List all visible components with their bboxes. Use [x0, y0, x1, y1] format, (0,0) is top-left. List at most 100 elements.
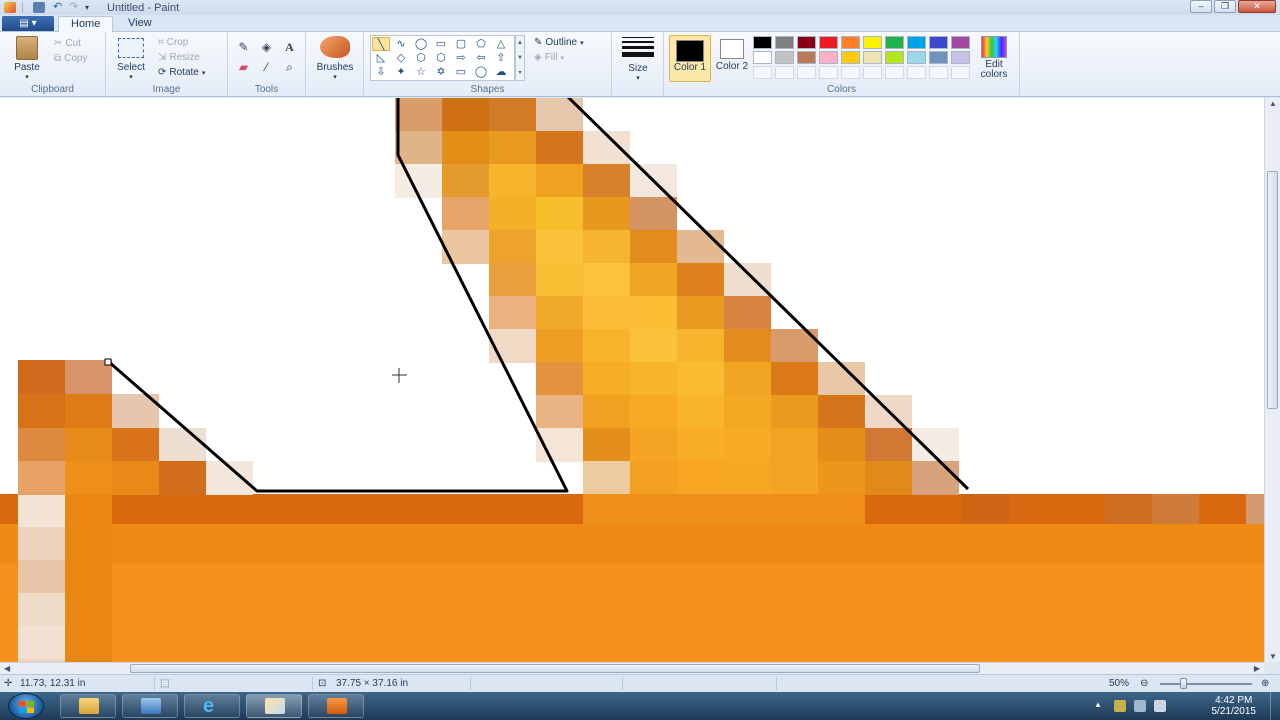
- maximize-button[interactable]: ❐: [1214, 0, 1236, 13]
- color2-button[interactable]: Color 2: [714, 35, 750, 82]
- palette-swatch[interactable]: [885, 36, 904, 49]
- outline-button[interactable]: ✎ Outline ▾: [534, 37, 584, 48]
- scroll-left-icon[interactable]: ◀: [4, 664, 10, 673]
- right-triangle-shape-icon[interactable]: ◺: [372, 51, 390, 65]
- network-status-icon[interactable]: [1134, 700, 1146, 712]
- left-arrow-shape-icon[interactable]: ⇦: [472, 51, 490, 65]
- volume-icon[interactable]: [1154, 700, 1166, 712]
- palette-swatch[interactable]: [951, 36, 970, 49]
- palette-swatch[interactable]: [929, 51, 948, 64]
- size-button[interactable]: Size ▾: [618, 37, 658, 82]
- horizontal-scroll-thumb[interactable]: [130, 664, 980, 673]
- palette-swatch[interactable]: [819, 36, 838, 49]
- palette-swatch[interactable]: [885, 66, 904, 79]
- action-center-icon[interactable]: [1114, 700, 1126, 712]
- palette-swatch[interactable]: [863, 51, 882, 64]
- taskbar-media-player-button[interactable]: [308, 694, 364, 718]
- hexagon-shape-icon[interactable]: ⬡: [432, 51, 450, 65]
- minimize-button[interactable]: –: [1190, 0, 1212, 13]
- polygon-shape-icon[interactable]: ⬠: [472, 37, 490, 51]
- undo-icon[interactable]: ↶: [53, 2, 65, 13]
- right-arrow-shape-icon[interactable]: ⇨: [452, 51, 470, 65]
- palette-swatch[interactable]: [775, 36, 794, 49]
- palette-swatch[interactable]: [841, 36, 860, 49]
- close-button[interactable]: ✕: [1238, 0, 1276, 13]
- oval-shape-icon[interactable]: ◯: [412, 37, 430, 51]
- copy-button[interactable]: ⧉ Copy: [54, 53, 88, 64]
- tab-home[interactable]: Home: [58, 16, 114, 32]
- four-point-star-shape-icon[interactable]: ✦: [392, 65, 410, 79]
- palette-swatch[interactable]: [753, 51, 772, 64]
- zoom-in-icon[interactable]: ⊕: [1261, 678, 1269, 689]
- color-picker-icon[interactable]: ⁄: [257, 60, 276, 75]
- select-button[interactable]: Select ▾: [114, 36, 148, 81]
- six-point-star-shape-icon[interactable]: ✡: [432, 65, 450, 79]
- pencil-icon[interactable]: ✎: [234, 40, 253, 55]
- triangle-shape-icon[interactable]: △: [492, 37, 510, 51]
- taskbar-ie-button[interactable]: e: [184, 694, 240, 718]
- taskbar-network-button[interactable]: [122, 694, 178, 718]
- taskbar-explorer-button[interactable]: [60, 694, 116, 718]
- brushes-button[interactable]: Brushes ▾: [312, 36, 358, 81]
- horizontal-scrollbar[interactable]: ◀ ▶: [0, 662, 1264, 674]
- palette-swatch[interactable]: [885, 51, 904, 64]
- vertical-scrollbar[interactable]: ▲ ▼: [1264, 98, 1280, 662]
- palette-swatch[interactable]: [863, 66, 882, 79]
- paste-button[interactable]: Paste ▾: [8, 36, 46, 81]
- rounded-rectangle-shape-icon[interactable]: ▢: [452, 37, 470, 51]
- save-icon[interactable]: [33, 2, 45, 13]
- file-menu-button[interactable]: ▤ ▾: [2, 16, 54, 31]
- cut-button[interactable]: ✂ Cut: [54, 38, 81, 49]
- zoom-out-icon[interactable]: ⊖: [1140, 678, 1148, 689]
- palette-swatch[interactable]: [775, 51, 794, 64]
- palette-swatch[interactable]: [929, 36, 948, 49]
- line-shape-icon[interactable]: ╲: [372, 37, 390, 51]
- customize-toolbar-icon[interactable]: ▾: [85, 2, 97, 13]
- curve-shape-icon[interactable]: ∿: [392, 37, 410, 51]
- palette-swatch[interactable]: [907, 66, 926, 79]
- callout-shape-icon[interactable]: ▭: [452, 65, 470, 79]
- show-hidden-icons-icon[interactable]: ▲: [1094, 700, 1102, 709]
- taskbar-paint-button[interactable]: [246, 694, 302, 718]
- rectangle-shape-icon[interactable]: ▭: [432, 37, 450, 51]
- palette-swatch[interactable]: [819, 66, 838, 79]
- palette-swatch[interactable]: [863, 36, 882, 49]
- down-arrow-shape-icon[interactable]: ⇩: [372, 65, 390, 79]
- palette-swatch[interactable]: [797, 66, 816, 79]
- palette-swatch[interactable]: [951, 51, 970, 64]
- show-desktop-button[interactable]: [1270, 692, 1280, 720]
- palette-swatch[interactable]: [841, 51, 860, 64]
- redo-icon[interactable]: ↷: [69, 2, 81, 13]
- up-arrow-shape-icon[interactable]: ⇧: [492, 51, 510, 65]
- cloud-callout-shape-icon[interactable]: ☁: [492, 65, 510, 79]
- pentagon-shape-icon[interactable]: ⬡: [412, 51, 430, 65]
- oval-callout-shape-icon[interactable]: ◯: [472, 65, 490, 79]
- start-button[interactable]: [8, 693, 44, 719]
- scroll-up-icon[interactable]: ▲: [1269, 99, 1277, 108]
- taskbar-clock[interactable]: 4:42 PM 5/21/2015: [1212, 695, 1257, 717]
- diamond-shape-icon[interactable]: ◇: [392, 51, 410, 65]
- paint-app-icon[interactable]: [4, 2, 16, 13]
- color1-button[interactable]: Color 1: [669, 35, 711, 82]
- palette-swatch[interactable]: [753, 36, 772, 49]
- palette-swatch[interactable]: [929, 66, 948, 79]
- vertical-scroll-thumb[interactable]: [1267, 171, 1278, 409]
- fill-button[interactable]: ◈ Fill ▾: [534, 52, 564, 63]
- palette-swatch[interactable]: [951, 66, 970, 79]
- palette-swatch[interactable]: [797, 36, 816, 49]
- zoom-slider-thumb[interactable]: [1180, 678, 1187, 689]
- palette-swatch[interactable]: [797, 51, 816, 64]
- rotate-button[interactable]: ⟳ Rotate ▾: [158, 67, 205, 78]
- palette-swatch[interactable]: [819, 51, 838, 64]
- crop-button[interactable]: ⌗ Crop: [158, 37, 188, 48]
- zoom-slider-track[interactable]: [1160, 683, 1252, 685]
- palette-swatch[interactable]: [907, 36, 926, 49]
- vertex-handle[interactable]: [104, 358, 112, 366]
- palette-swatch[interactable]: [753, 66, 772, 79]
- palette-swatch[interactable]: [775, 66, 794, 79]
- scroll-right-icon[interactable]: ▶: [1254, 664, 1260, 673]
- tab-view[interactable]: View: [116, 16, 164, 32]
- text-icon[interactable]: A: [280, 40, 299, 55]
- five-point-star-shape-icon[interactable]: ☆: [412, 65, 430, 79]
- scroll-down-icon[interactable]: ▼: [1269, 652, 1277, 661]
